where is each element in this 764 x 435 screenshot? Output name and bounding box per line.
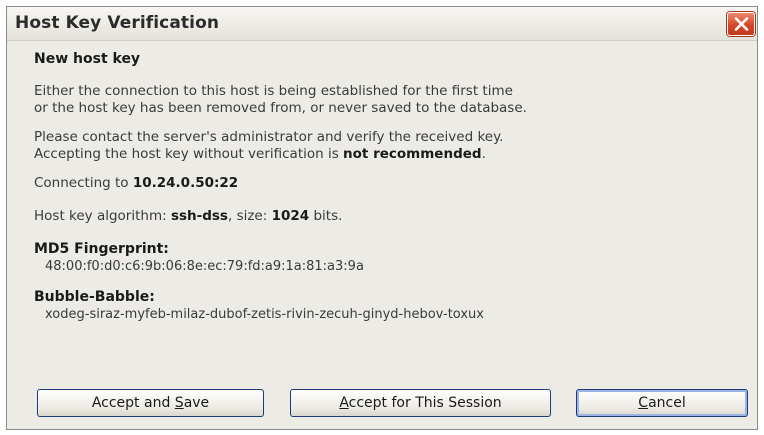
accept-save-label-end: ave <box>183 395 210 411</box>
accept-and-save-button[interactable]: Accept and Save <box>37 389 264 417</box>
bubble-babble-value: xodeg-siraz-myfeb-milaz-dubof-zetis-rivi… <box>45 307 484 322</box>
verify-line-2: Accepting the host key without verificat… <box>34 146 737 163</box>
host-key-dialog: Host Key Verification New host key Eithe… <box>6 6 758 430</box>
first-time-message: Either the connection to this host is be… <box>34 83 737 117</box>
connection-address: 10.24.0.50:22 <box>132 175 239 191</box>
accept-session-mnemonic: A <box>339 395 349 411</box>
connection-info: Connecting to 10.24.0.50:22 <box>34 175 737 192</box>
close-button[interactable] <box>727 12 755 36</box>
title-bar[interactable]: Host Key Verification <box>7 7 757 41</box>
key-size: 1024 <box>271 208 310 224</box>
first-time-line-1: Either the connection to this host is be… <box>34 83 513 99</box>
window-title: Host Key Verification <box>15 13 220 33</box>
dialog-content: New host key Either the connection to th… <box>34 51 737 337</box>
fingerprint-value: 48:00:f0:d0:c6:9b:06:8e:ec:79:fd:a9:1a:8… <box>45 259 364 274</box>
accept-save-label-start: Accept and <box>91 395 175 411</box>
verify-line-2-suffix: . <box>481 146 486 162</box>
cancel-button[interactable]: Cancel <box>576 389 748 417</box>
close-icon <box>734 17 749 31</box>
algorithm-prefix: Host key algorithm: <box>34 208 171 224</box>
fingerprint-label: MD5 Fingerprint: <box>34 241 169 257</box>
verify-message: Please contact the server's administrato… <box>34 129 737 163</box>
accept-for-session-button[interactable]: Accept for This Session <box>290 389 551 417</box>
algorithm-info: Host key algorithm: ssh-dss, size: 1024 … <box>34 208 737 225</box>
cancel-mnemonic: C <box>638 395 649 411</box>
verify-line-2-prefix: Accepting the host key without verificat… <box>34 146 344 162</box>
bubble-babble-label: Bubble-Babble: <box>34 289 155 305</box>
connection-prefix: Connecting to <box>34 175 133 191</box>
size-suffix: bits. <box>309 208 343 224</box>
message-heading: New host key <box>34 51 141 67</box>
size-prefix: , size: <box>227 208 272 224</box>
algorithm-name: ssh-dss <box>170 208 228 224</box>
verify-line-1: Please contact the server's administrato… <box>34 129 504 145</box>
cancel-label-end: ancel <box>648 395 686 411</box>
not-recommended-text: not recommended <box>343 146 482 162</box>
accept-save-mnemonic: S <box>174 395 184 411</box>
first-time-line-2: or the host key has been removed from, o… <box>34 100 527 116</box>
accept-session-label-end: ccept for This Session <box>348 395 502 411</box>
